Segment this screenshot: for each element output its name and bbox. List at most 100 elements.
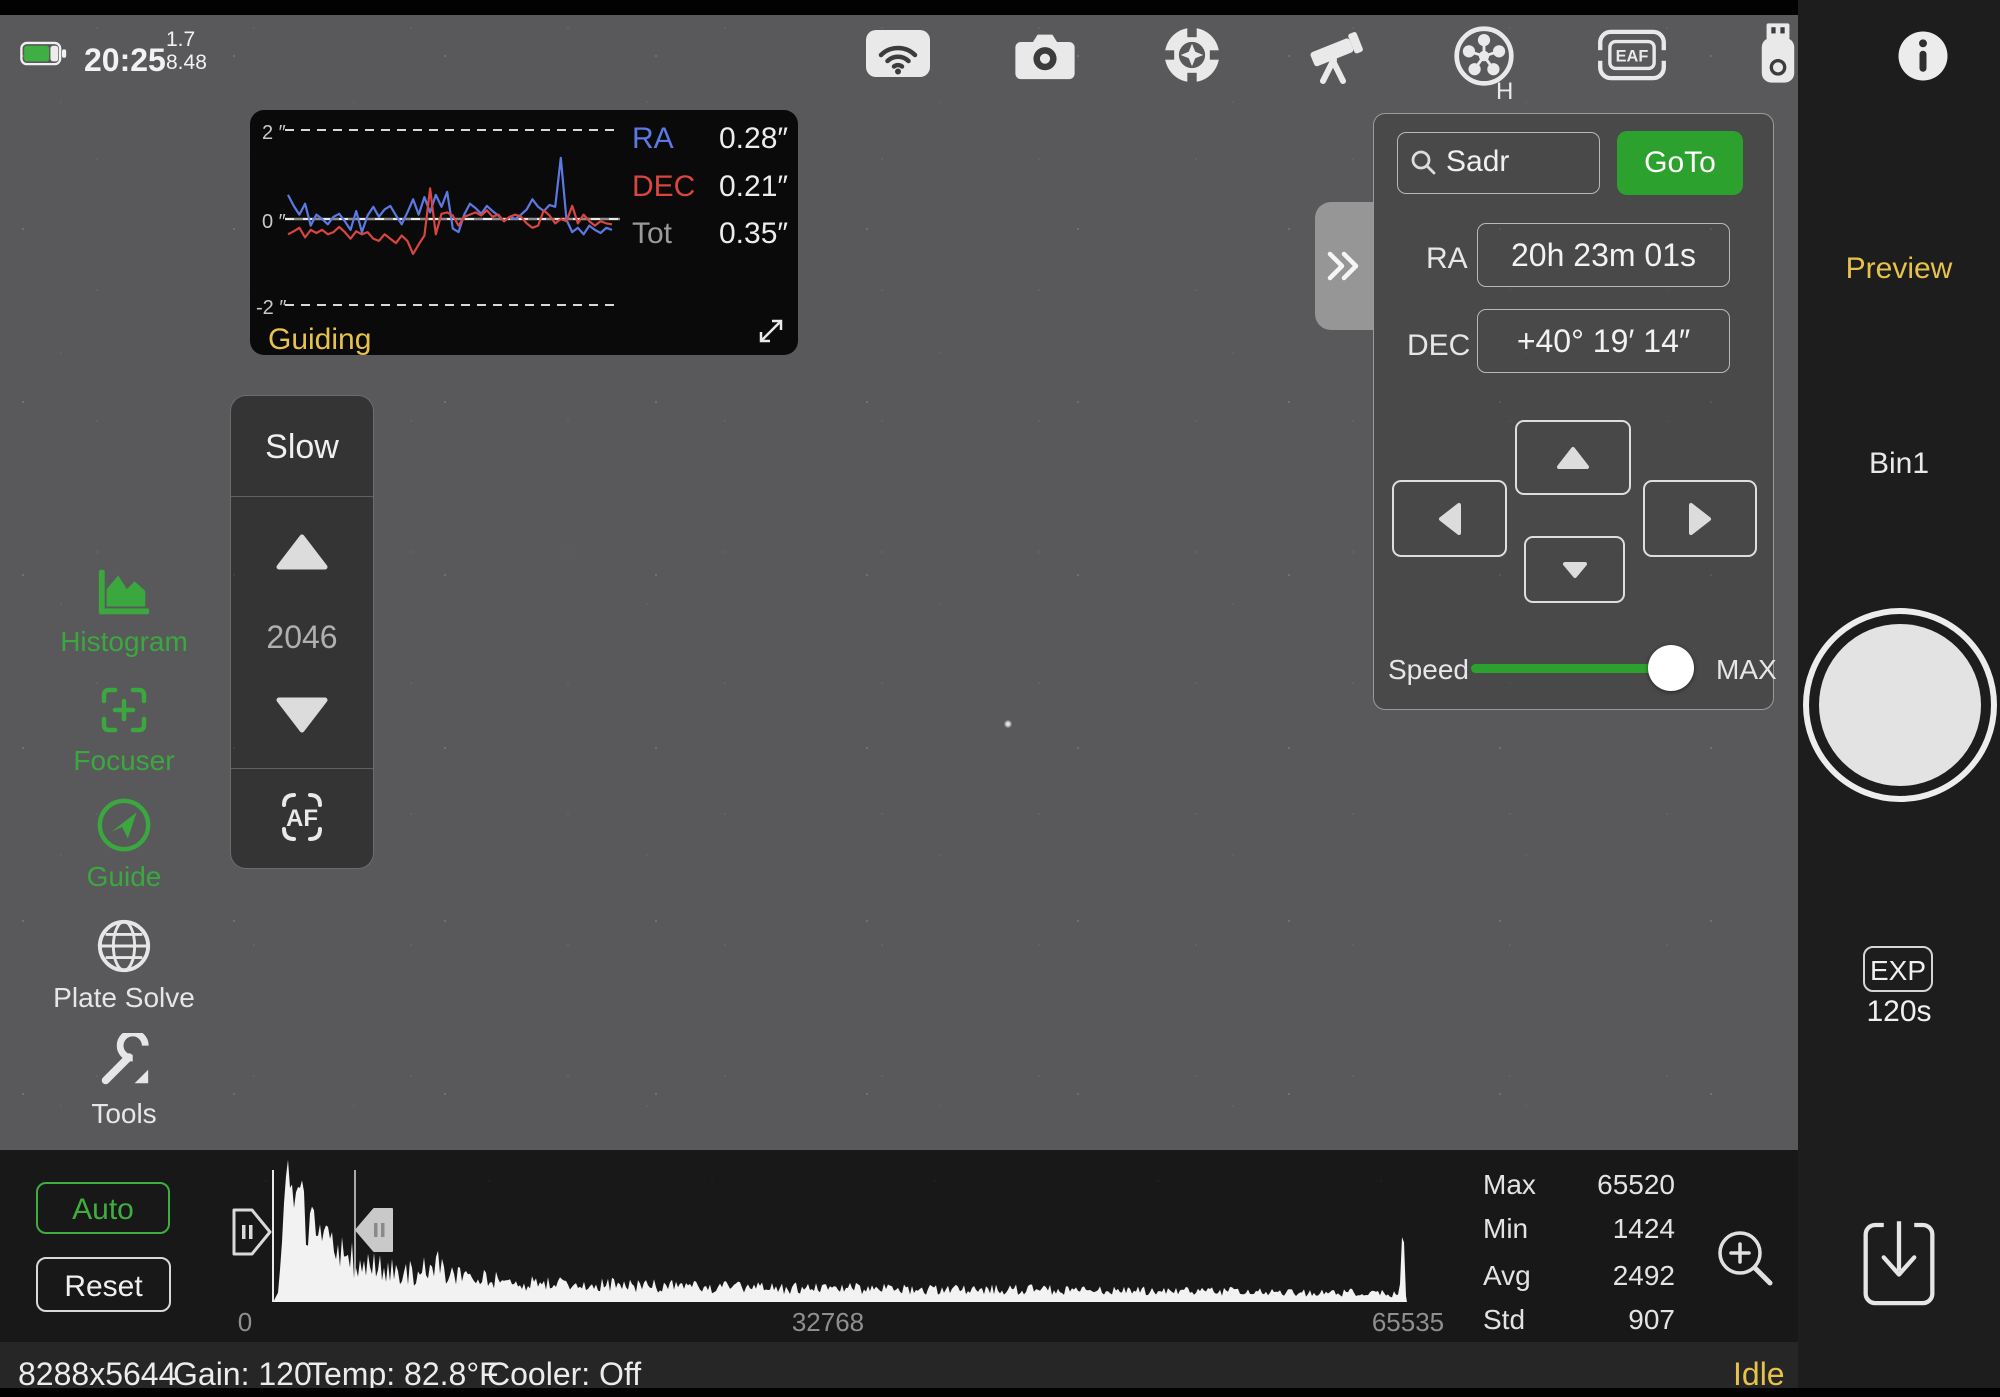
slew-left-button[interactable] <box>1392 480 1507 557</box>
star-highlight <box>1004 720 1012 728</box>
sidebar-item-plate-solve[interactable]: Plate Solve <box>34 917 214 1014</box>
telescope-button[interactable] <box>1302 23 1370 85</box>
focuser-speed-button[interactable]: Slow <box>231 428 373 467</box>
guide-scope-button[interactable] <box>1162 25 1222 85</box>
camera-button[interactable] <box>1015 30 1075 80</box>
ra-coordinate-field[interactable]: 20h 23m 01s <box>1477 223 1730 287</box>
grid-label-0arcsec: 0 ″ <box>262 211 286 234</box>
stat-label: Avg <box>1483 1260 1531 1292</box>
slew-right-button[interactable] <box>1643 480 1757 557</box>
sidebar-item-label: Histogram <box>34 626 214 658</box>
focuser-control-panel: Slow 2046 AF <box>230 395 374 869</box>
slew-up-button[interactable] <box>1515 420 1631 495</box>
exposure-time-value: 120s <box>1798 995 2000 1029</box>
shutter-button-inner <box>1819 624 1981 786</box>
top-letterbox <box>0 0 2000 15</box>
app-screen: 20:25 1.7 8.48 <box>0 0 2000 1397</box>
focuser-position-value: 2046 <box>231 619 373 656</box>
capture-sidebar: Preview Bin1 EXP 120s <box>1798 0 2000 1397</box>
battery-icon <box>20 40 68 68</box>
dec-field-label: DEC <box>1407 329 1470 363</box>
arrow-right-icon <box>1688 502 1712 536</box>
target-search-value: Sadr <box>1446 133 1509 191</box>
usb-storage-button[interactable] <box>1757 22 1799 84</box>
binning-label[interactable]: Bin1 <box>1798 447 2000 481</box>
focuser-icon <box>96 682 152 738</box>
stat-bottom: 8.48 <box>166 51 207 74</box>
sidebar-item-focuser[interactable]: Focuser <box>34 682 214 777</box>
histogram-plot <box>230 1150 1450 1315</box>
speed-slider-knob[interactable] <box>1648 645 1694 691</box>
sidebar-item-histogram[interactable]: Histogram <box>34 563 214 658</box>
focuser-step-down-button[interactable] <box>276 697 328 733</box>
dec-coordinate-field[interactable]: +40° 19′ 14″ <box>1477 309 1730 373</box>
histogram-panel: Auto Reset 0 32768 65535 Max 65520 Min 1… <box>0 1150 1798 1397</box>
auto-stretch-button[interactable]: Auto <box>36 1182 170 1234</box>
exposure-button[interactable]: EXP <box>1863 946 1933 992</box>
divider <box>231 768 373 769</box>
chevrons-right-icon <box>1325 245 1363 287</box>
search-icon <box>1410 149 1438 177</box>
stat-value: 1424 <box>1613 1213 1675 1245</box>
expand-icon[interactable] <box>756 316 786 346</box>
slew-down-button[interactable] <box>1524 536 1625 603</box>
white-point-slider[interactable] <box>350 1205 398 1255</box>
sidebar-item-label: Tools <box>34 1098 214 1130</box>
bottom-letterbox <box>0 1388 2000 1397</box>
legend-ra-row: RA 0.28″ <box>632 122 788 156</box>
speed-slider-track[interactable] <box>1471 664 1677 673</box>
arrow-left-icon <box>1438 502 1462 536</box>
sidebar-item-tools[interactable]: Tools <box>34 1033 214 1130</box>
total-rms-value: 0.35″ <box>719 217 788 251</box>
target-search-field[interactable]: Sadr <box>1397 132 1600 194</box>
grid-label-neg2arcsec: -2 ″ <box>256 297 286 320</box>
divider <box>231 496 373 497</box>
focuser-step-up-button[interactable] <box>276 534 328 570</box>
stat-row-max: Max 65520 <box>1483 1169 1675 1201</box>
tools-wrench-icon <box>95 1033 153 1091</box>
x-tick-mid: 32768 <box>792 1307 864 1338</box>
stat-row-min: Min 1424 <box>1483 1213 1675 1245</box>
goto-mount-panel: Sadr GoTo RA 20h 23m 01s DEC +40° 19′ 14… <box>1373 113 1774 710</box>
stat-row-std: Std 907 <box>1483 1304 1675 1336</box>
guiding-graph-panel[interactable]: 2 ″ 0 ″ -2 ″ RA 0.28″ DEC 0.21″ Tot 0.35… <box>250 110 798 355</box>
download-button[interactable] <box>1859 1215 1939 1315</box>
info-button[interactable] <box>1895 28 1951 84</box>
legend-total-row: Tot 0.35″ <box>632 217 788 251</box>
grid-label-2arcsec: 2 ″ <box>262 122 286 145</box>
stat-top: 1.7 <box>166 28 207 51</box>
stat-row-avg: Avg 2492 <box>1483 1260 1675 1292</box>
reset-stretch-button[interactable]: Reset <box>36 1257 171 1312</box>
wifi-station-button[interactable] <box>866 30 930 78</box>
clock: 20:25 <box>84 42 166 79</box>
stat-label: Std <box>1483 1304 1525 1336</box>
stat-value: 907 <box>1628 1304 1675 1336</box>
total-legend-label: Tot <box>632 217 672 251</box>
stat-value: 2492 <box>1613 1260 1675 1292</box>
goto-button[interactable]: GoTo <box>1617 131 1743 195</box>
sidebar-item-label: Focuser <box>34 745 214 777</box>
af-label: AF <box>286 805 318 832</box>
stat-label: Min <box>1483 1213 1528 1245</box>
capture-mode-label[interactable]: Preview <box>1798 252 2000 286</box>
autofocus-button[interactable]: AF <box>270 789 334 845</box>
arrow-down-icon <box>1562 561 1588 579</box>
sidebar-item-guide[interactable]: Guide <box>34 796 214 893</box>
panel-collapse-tab[interactable] <box>1315 202 1373 330</box>
connection-stats: 1.7 8.48 <box>166 28 207 74</box>
x-tick-max: 65535 <box>1372 1307 1444 1338</box>
ra-field-label: RA <box>1426 242 1468 276</box>
guiding-panel-title: Guiding <box>268 323 371 357</box>
black-point-slider[interactable] <box>228 1205 276 1259</box>
histogram-icon <box>95 563 153 619</box>
sidebar-item-label: Plate Solve <box>34 982 214 1014</box>
zoom-in-button[interactable] <box>1713 1226 1777 1290</box>
plate-solve-globe-icon <box>95 917 153 975</box>
ra-legend-label: RA <box>632 122 674 156</box>
stat-value: 65520 <box>1597 1169 1675 1201</box>
sidebar-item-label: Guide <box>34 861 214 893</box>
shutter-button[interactable] <box>1803 608 1997 802</box>
dec-legend-label: DEC <box>632 170 695 204</box>
eaf-focuser-button[interactable]: EAF <box>1597 29 1667 81</box>
svg-text:EAF: EAF <box>1616 48 1649 66</box>
